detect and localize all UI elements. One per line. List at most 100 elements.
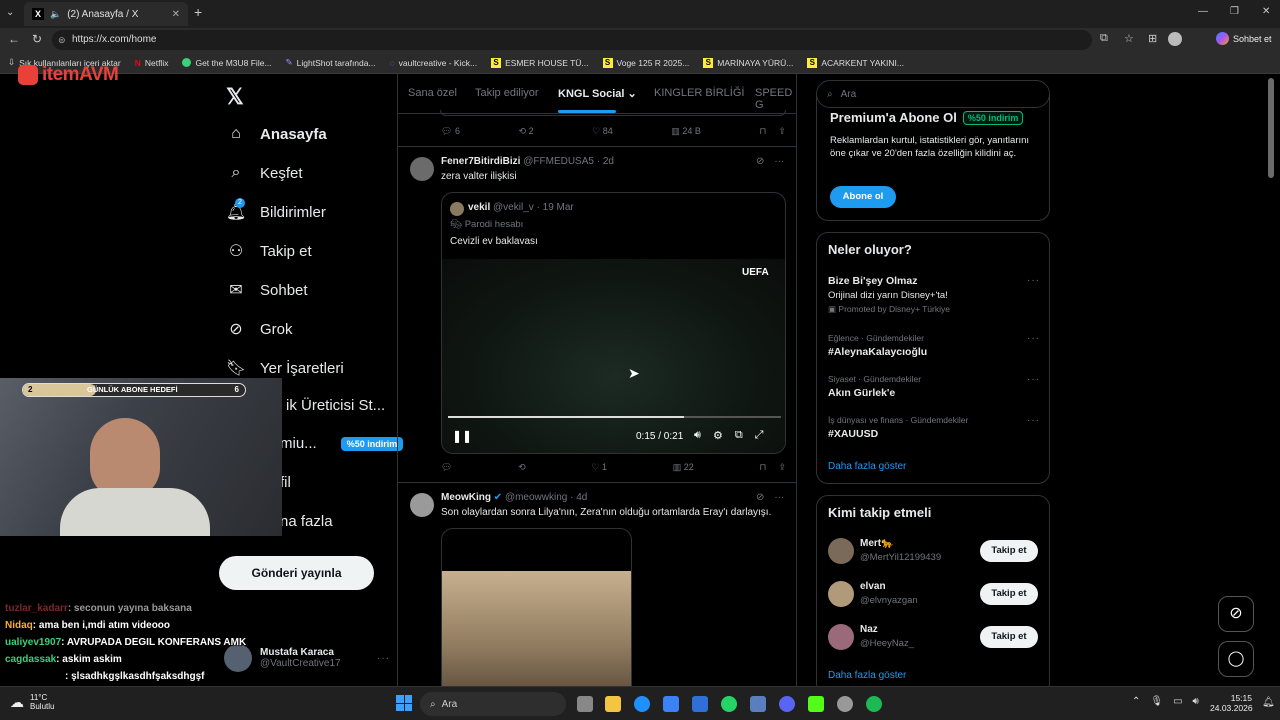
- tab-speed[interactable]: SPEED G: [755, 87, 796, 111]
- bookmark-m3u8[interactable]: Get the M3U8 File...: [182, 58, 272, 68]
- chevron-up-icon[interactable]: ⌃: [1132, 696, 1140, 707]
- whatsapp-icon[interactable]: [721, 696, 737, 712]
- taskbar-search[interactable]: ⌕ Ara: [420, 692, 566, 716]
- bookmark-icon[interactable]: ⊓: [759, 126, 766, 137]
- grok-icon[interactable]: ⊘: [756, 492, 764, 503]
- follow-button[interactable]: Takip et: [980, 540, 1038, 562]
- share-icon[interactable]: ⇪: [778, 126, 786, 137]
- pause-icon[interactable]: ❚❚: [452, 429, 472, 443]
- more-icon[interactable]: ···: [774, 492, 784, 503]
- obs-icon[interactable]: [837, 696, 853, 712]
- profile-avatar[interactable]: [1168, 32, 1182, 46]
- file-explorer-icon[interactable]: [605, 696, 621, 712]
- follow-suggestion[interactable]: Mert🐆 @MertYil12199439 Takip et: [828, 536, 1040, 566]
- clock[interactable]: 15:15 24.03.2026: [1210, 693, 1253, 713]
- follow-suggestion[interactable]: Naz @HeeyNaz_ Takip et: [828, 622, 1040, 652]
- close-tab-icon[interactable]: ✕: [172, 9, 180, 20]
- bookmark-voge[interactable]: S Voge 125 R 2025...: [602, 57, 689, 68]
- follow-suggestion[interactable]: elvan @elvnyazgan Takip et: [828, 579, 1040, 609]
- nav-more[interactable]: na fazla: [280, 513, 333, 530]
- avatar[interactable]: [410, 493, 434, 517]
- page-scrollbar[interactable]: [1268, 78, 1274, 178]
- reply-button[interactable]: 💬︎: [441, 462, 452, 473]
- task-view-icon[interactable]: [577, 696, 593, 712]
- retweet-button[interactable]: ⟲ 2: [519, 126, 534, 137]
- minimize-icon[interactable]: —: [1198, 6, 1208, 17]
- favorites-icon[interactable]: ☆: [1124, 32, 1134, 45]
- windows-start-icon[interactable]: [396, 695, 412, 711]
- video-progress-track[interactable]: [448, 416, 781, 418]
- weather-widget[interactable]: ☁ 11°C Bulutlu: [10, 693, 54, 711]
- tab-kingler-birligi[interactable]: KINGLER BİRLİĞİ: [654, 87, 744, 99]
- more-icon[interactable]: ···: [1027, 275, 1040, 286]
- more-icon[interactable]: ···: [1027, 374, 1040, 385]
- nav-follow[interactable]: ⚇ Takip et: [226, 241, 312, 261]
- video-player[interactable]: UEFA ➤ ❚❚ 0:15 / 0:21 🔊︎ ⚙ ⧉ ⤢: [442, 259, 785, 453]
- tab-list-icon[interactable]: ⌄: [6, 7, 14, 18]
- back-icon[interactable]: ←: [8, 32, 20, 46]
- reply-button[interactable]: 💬︎ 6: [441, 126, 460, 137]
- nav-messages[interactable]: ✉ Sohbet: [226, 280, 307, 300]
- app-icon[interactable]: [750, 696, 766, 712]
- nav-explore[interactable]: ⌕ Keşfet: [226, 163, 303, 183]
- more-icon[interactable]: ···: [1027, 333, 1040, 344]
- extensions-icon[interactable]: ⧉: [1100, 32, 1108, 45]
- tweet[interactable]: MeowKing ✔ @meowwking · 4d ⊘ ··· Son olay…: [398, 483, 796, 686]
- notification-bell-icon[interactable]: 🔔︎: [1262, 697, 1275, 708]
- maximize-icon[interactable]: ❐: [1230, 6, 1239, 17]
- spotify-icon[interactable]: [866, 696, 882, 712]
- like-button[interactable]: ♡ 1: [591, 462, 607, 473]
- bookmark-kick[interactable]: ◌ vaultcreative - Kick...: [390, 58, 477, 68]
- nav-bookmarks[interactable]: 🔖︎ Yer İşaretleri: [226, 358, 344, 378]
- trend-item[interactable]: Eğlence · Gündemdekiler #AleynaKalaycıoğ…: [828, 333, 1040, 358]
- nav-notifications[interactable]: 🔔︎ 2 Bildirimler: [226, 198, 326, 222]
- url-field[interactable]: ⊜ https://x.com/home: [52, 30, 1092, 50]
- follow-button[interactable]: Takip et: [980, 626, 1038, 648]
- tab-kngl-social[interactable]: KNGL Social ⌄: [558, 87, 637, 100]
- nav-creator-studio[interactable]: ik Üreticisi St...: [286, 397, 385, 414]
- kick-icon[interactable]: [808, 696, 824, 712]
- browser-tab[interactable]: X 🔈 (2) Anasayfa / X ✕: [24, 2, 188, 26]
- retweet-button[interactable]: ⟲: [518, 462, 526, 473]
- network-icon[interactable]: ▭: [1173, 696, 1182, 707]
- tweet-author[interactable]: Fener7BitirdiBizi: [441, 156, 520, 167]
- views-button[interactable]: ▥ 22: [673, 462, 694, 473]
- post-button[interactable]: Gönderi yayınla: [219, 556, 374, 590]
- avatar[interactable]: [410, 157, 434, 181]
- site-info-icon[interactable]: ⊜: [58, 30, 66, 50]
- show-more-link[interactable]: Daha fazla göster: [828, 670, 906, 681]
- tweet-media[interactable]: [441, 528, 632, 686]
- quoted-tweet[interactable]: vekil @vekil_v · 19 Mar 🎭︎ Parodi hesabı…: [441, 192, 786, 454]
- grok-float-button[interactable]: ⊘: [1218, 596, 1254, 632]
- bookmark-marina[interactable]: S MARİNAYA YÜRÜ...: [703, 57, 793, 68]
- close-window-icon[interactable]: ✕: [1262, 6, 1270, 17]
- nav-home[interactable]: ⌂ Anasayfa: [226, 124, 327, 144]
- store-icon[interactable]: [663, 696, 679, 712]
- settings-icon[interactable]: ⚙: [713, 429, 723, 442]
- grok-icon[interactable]: ⊘: [756, 156, 764, 167]
- nav-premium[interactable]: miu... %50 indirim: [280, 435, 404, 452]
- volume-icon[interactable]: 🔊︎: [694, 429, 701, 442]
- tab-for-you[interactable]: Sana özel: [408, 87, 457, 99]
- subscribe-button[interactable]: Abone ol: [830, 186, 896, 208]
- fullscreen-icon[interactable]: ⤢: [755, 429, 764, 442]
- new-tab-button[interactable]: +: [194, 4, 202, 20]
- x-logo-icon[interactable]: 𝕏: [226, 84, 244, 110]
- nav-grok[interactable]: ⊘ Grok: [226, 319, 292, 339]
- copilot-chat-button[interactable]: Sohbet et: [1216, 32, 1272, 45]
- trend-item[interactable]: İş dünyası ve finans · Gündemdekiler #XA…: [828, 415, 1040, 440]
- bookmark-acarkent[interactable]: S ACARKENT YAKINI...: [807, 57, 904, 68]
- mic-icon[interactable]: 🎙︎: [1150, 696, 1163, 707]
- mail-icon[interactable]: [692, 696, 708, 712]
- discord-icon[interactable]: [779, 696, 795, 712]
- collections-icon[interactable]: ⊞: [1148, 32, 1157, 45]
- tab-following[interactable]: Takip ediliyor: [475, 87, 539, 99]
- messages-float-button[interactable]: ◯: [1218, 641, 1254, 677]
- tweet[interactable]: Fener7BitirdiBizi @FFMEDUSA5 · 2d ⊘ ··· z…: [398, 147, 796, 481]
- show-more-link[interactable]: Daha fazla göster: [828, 461, 906, 472]
- trend-item[interactable]: Siyaset · Gündemdekiler Akın Gürlek'e ··…: [828, 374, 1040, 399]
- trend-item[interactable]: Bize Bi'şey Olmaz Orijinal dizi yarın Di…: [828, 275, 1040, 315]
- views-button[interactable]: ▥ 24 B: [671, 126, 701, 137]
- edge-icon[interactable]: [634, 696, 650, 712]
- reload-icon[interactable]: ↻: [32, 32, 42, 46]
